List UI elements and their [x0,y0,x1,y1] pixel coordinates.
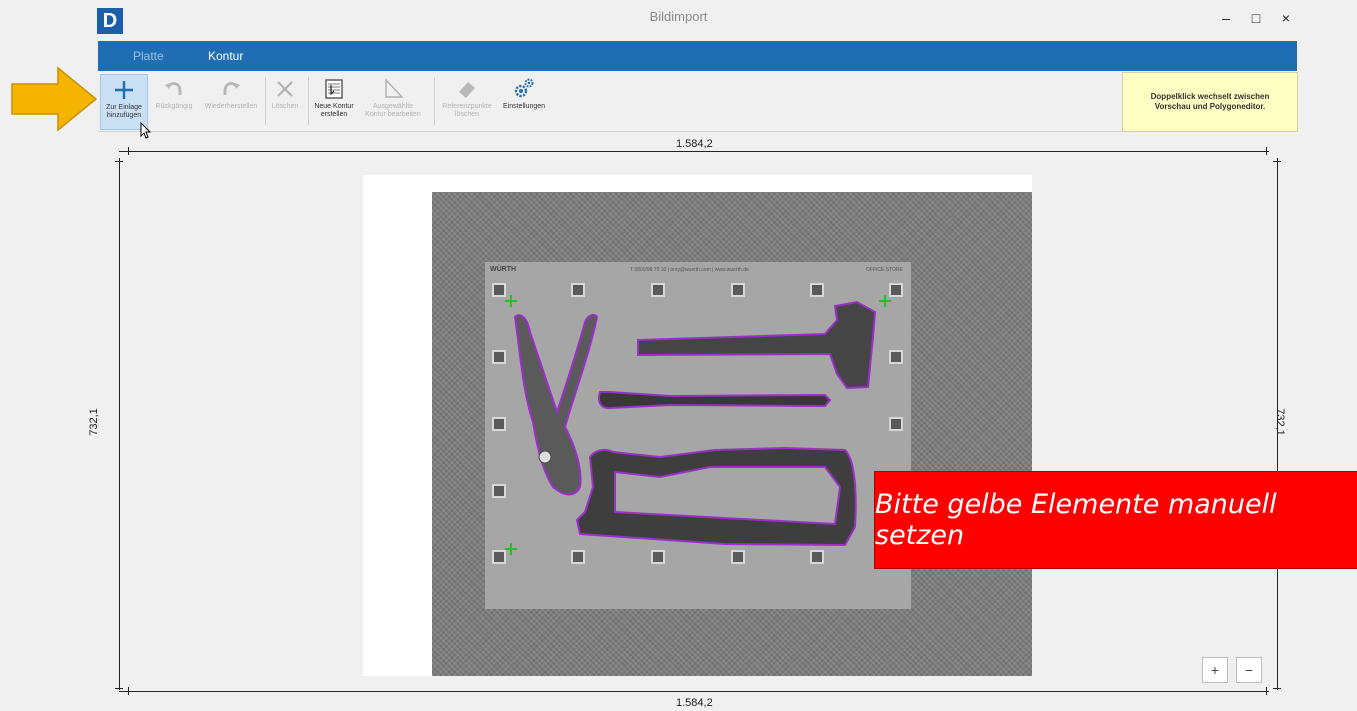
pliers-contour [513,313,599,496]
tab-kontur[interactable]: Kontur [208,41,243,71]
delete-button[interactable]: Löschen [270,74,300,128]
new-contour-icon [325,79,343,99]
gears-icon [514,78,534,98]
settings-label: Einstellungen [502,103,546,110]
tab-platte[interactable]: Platte [133,41,164,71]
hint-line-2: Vorschau und Polygoneditor. [1154,102,1266,111]
instruction-banner: Bitte gelbe Elemente manuell setzen [874,471,1357,569]
zoom-out-button[interactable]: − [1236,657,1262,683]
dimension-tick [1266,147,1267,155]
bottom-dimension-label: 1.584,2 [676,697,713,709]
delete-reference-points-label: Referenzpunkte [442,103,492,110]
edit-contour-label: Ausgewählte [372,103,414,110]
edit-contour-button[interactable]: Ausgewählte Kontur bearbeiten [362,74,424,128]
delete-reference-points-label-2: löschen [454,111,480,118]
new-contour-label: Neue Kontur [314,103,354,110]
dimension-tick [115,161,123,162]
add-to-insert-label-2: hinzufügen [106,112,142,119]
eraser-icon [459,82,475,98]
hacksaw-contour [575,446,857,547]
undo-label: Rückgängig [155,103,193,110]
bottom-dimension-line [119,691,1269,692]
dimension-tick [128,147,129,155]
minimize-button[interactable]: – [1216,8,1236,28]
redo-icon [223,82,240,95]
reference-point-icon [505,295,517,307]
dimension-tick [1273,161,1281,162]
hint-box: Doppelklick wechselt zwischen Vorschau u… [1122,72,1298,132]
settings-button[interactable]: Einstellungen [500,74,548,128]
dimension-tick [1266,687,1267,695]
top-dimension-label: 1.584,2 [676,138,713,150]
new-contour-button[interactable]: Neue Kontur erstellen [312,74,356,128]
toolbar: Zur Einlage hinzufügen Rückgängig Wieder… [98,71,1297,132]
delete-icon [277,81,293,97]
dimension-tick [115,688,123,689]
redo-label: Wiederherstellen [204,103,258,110]
undo-icon [165,82,182,95]
left-dimension-line [119,158,120,690]
top-dimension-line [119,151,1269,152]
reference-point-icon [879,295,891,307]
delete-label: Löschen [271,103,299,110]
tool-contours-overlay [505,295,891,555]
edit-contour-icon [385,78,404,98]
toolbar-separator [308,77,309,125]
left-dimension-label: 732,1 [87,408,100,436]
zoom-in-button[interactable]: + [1202,657,1228,683]
delete-reference-points-button[interactable]: Referenzpunkte löschen [438,74,496,128]
dimension-tick [128,687,129,695]
ribbon-tab-bar: Platte Kontur [98,41,1297,71]
yellow-arrow-icon [11,66,98,132]
undo-button[interactable]: Rückgängig [154,74,194,128]
close-button[interactable]: × [1276,8,1296,28]
redo-button[interactable]: Wiederherstellen [202,74,260,128]
hint-line-1: Doppelklick wechselt zwischen [1150,92,1270,101]
hammer-contour [637,300,877,390]
toolbar-separator [434,77,435,125]
dimension-tick [1273,688,1281,689]
maximize-button[interactable]: □ [1246,8,1266,28]
mouse-cursor-icon [140,122,152,139]
plus-icon [115,81,133,99]
toolbar-separator [265,77,266,125]
edit-contour-label-2: Kontur bearbeiten [365,111,421,118]
add-to-insert-label: Zur Einlage [106,104,142,111]
new-contour-label-2: erstellen [320,111,348,118]
reference-point-icon [505,543,517,555]
right-dimension-label: 732,1 [1273,408,1286,436]
screwdriver-contour [598,391,832,410]
window-title: Bildimport [649,9,708,24]
